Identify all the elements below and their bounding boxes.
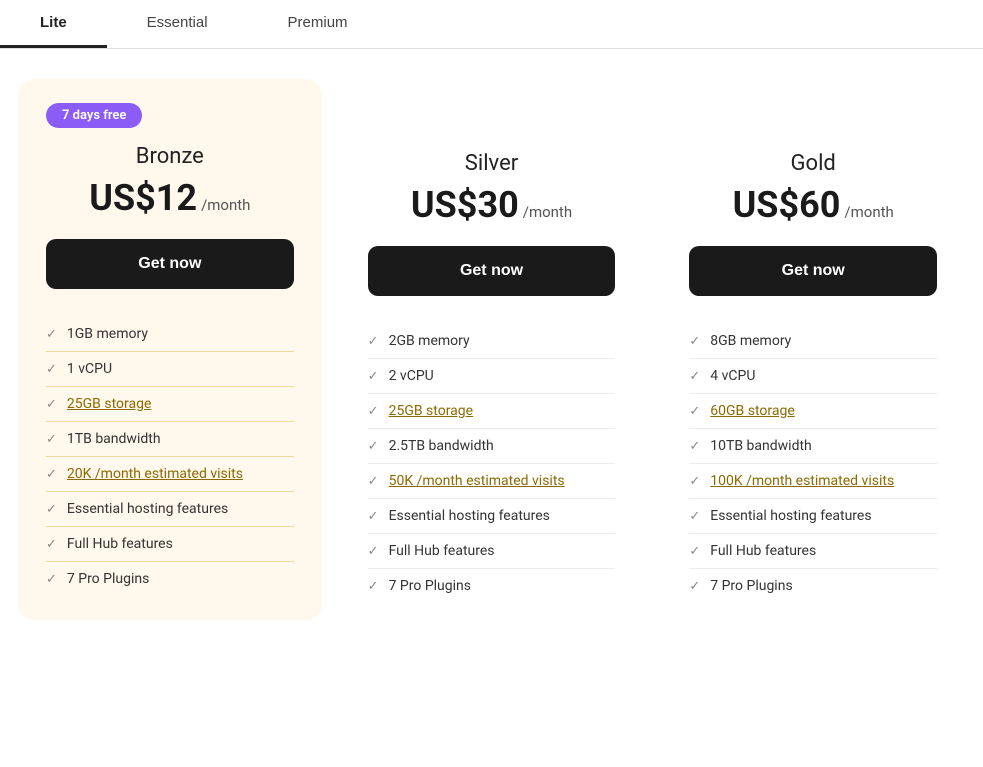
check-icon: ✓ xyxy=(368,439,379,454)
storage-link-gold[interactable]: 60GB storage xyxy=(710,403,795,419)
price-amount-gold: US$60 xyxy=(733,184,841,226)
list-item: ✓7 Pro Plugins xyxy=(368,568,616,603)
check-icon: ✓ xyxy=(46,432,57,447)
check-icon: ✓ xyxy=(46,397,57,412)
features-list-bronze: ✓1GB memory ✓1 vCPU ✓ 25GB storage ✓1TB b… xyxy=(46,317,294,596)
check-icon: ✓ xyxy=(689,579,700,594)
page-wrapper: Lite Essential Premium 7 days free Bronz… xyxy=(0,0,983,767)
price-period-gold: /month xyxy=(844,203,893,221)
tab-lite[interactable]: Lite xyxy=(0,0,107,48)
storage-link-silver[interactable]: 25GB storage xyxy=(389,403,474,419)
check-icon: ✓ xyxy=(368,579,379,594)
visits-link-silver[interactable]: 50K /month estimated visits xyxy=(389,473,565,489)
list-item: ✓8GB memory xyxy=(689,324,937,358)
list-item: ✓Essential hosting features xyxy=(689,498,937,533)
check-icon: ✓ xyxy=(689,544,700,559)
list-item: ✓1 vCPU xyxy=(46,351,294,386)
price-amount-bronze: US$12 xyxy=(89,177,197,219)
list-item: ✓Essential hosting features xyxy=(368,498,616,533)
plan-price-silver: US$30 /month xyxy=(368,184,616,226)
check-icon: ✓ xyxy=(689,334,700,349)
check-icon: ✓ xyxy=(46,467,57,482)
list-item: ✓ 25GB storage xyxy=(368,393,616,428)
check-icon: ✓ xyxy=(46,572,57,587)
list-item: ✓Full Hub features xyxy=(368,533,616,568)
list-item: ✓Full Hub features xyxy=(46,526,294,561)
visits-link-gold[interactable]: 100K /month estimated visits xyxy=(710,473,894,489)
features-list-silver: ✓2GB memory ✓2 vCPU ✓ 25GB storage ✓2.5TB… xyxy=(368,324,616,603)
check-icon: ✓ xyxy=(689,509,700,524)
badge-placeholder-gold xyxy=(689,103,937,135)
plan-price-bronze: US$12 /month xyxy=(46,177,294,219)
list-item: ✓1GB memory xyxy=(46,317,294,351)
visits-link-bronze[interactable]: 20K /month estimated visits xyxy=(67,466,243,482)
storage-link-bronze[interactable]: 25GB storage xyxy=(67,396,152,412)
list-item: ✓ 25GB storage xyxy=(46,386,294,421)
list-item: ✓1TB bandwidth xyxy=(46,421,294,456)
list-item: ✓2GB memory xyxy=(368,324,616,358)
list-item: ✓7 Pro Plugins xyxy=(46,561,294,596)
list-item: ✓2 vCPU xyxy=(368,358,616,393)
check-icon: ✓ xyxy=(368,509,379,524)
list-item: ✓7 Pro Plugins xyxy=(689,568,937,603)
price-amount-silver: US$30 xyxy=(411,184,519,226)
plan-card-bronze: 7 days free Bronze US$12 /month Get now … xyxy=(18,79,322,620)
plan-name-bronze: Bronze xyxy=(46,144,294,169)
plan-price-gold: US$60 /month xyxy=(689,184,937,226)
list-item: ✓10TB bandwidth xyxy=(689,428,937,463)
list-item: ✓4 vCPU xyxy=(689,358,937,393)
tab-premium[interactable]: Premium xyxy=(248,0,388,48)
check-icon: ✓ xyxy=(689,404,700,419)
badge-placeholder-silver xyxy=(368,103,616,135)
price-period-silver: /month xyxy=(523,203,572,221)
check-icon: ✓ xyxy=(368,334,379,349)
list-item: ✓ 60GB storage xyxy=(689,393,937,428)
check-icon: ✓ xyxy=(46,502,57,517)
list-item: ✓ 20K /month estimated visits xyxy=(46,456,294,491)
check-icon: ✓ xyxy=(46,327,57,342)
tab-bar: Lite Essential Premium xyxy=(0,0,983,49)
check-icon: ✓ xyxy=(368,404,379,419)
check-icon: ✓ xyxy=(368,369,379,384)
get-now-button-bronze[interactable]: Get now xyxy=(46,239,294,289)
tab-essential[interactable]: Essential xyxy=(107,0,248,48)
free-badge: 7 days free xyxy=(46,103,142,128)
check-icon: ✓ xyxy=(368,544,379,559)
plan-card-silver: Silver US$30 /month Get now ✓2GB memory … xyxy=(340,79,644,627)
get-now-button-gold[interactable]: Get now xyxy=(689,246,937,296)
plan-name-silver: Silver xyxy=(368,151,616,176)
list-item: ✓ 100K /month estimated visits xyxy=(689,463,937,498)
list-item: ✓Full Hub features xyxy=(689,533,937,568)
check-icon: ✓ xyxy=(368,474,379,489)
check-icon: ✓ xyxy=(689,369,700,384)
plans-container: 7 days free Bronze US$12 /month Get now … xyxy=(0,49,983,647)
check-icon: ✓ xyxy=(46,537,57,552)
plan-card-gold: Gold US$60 /month Get now ✓8GB memory ✓4… xyxy=(661,79,965,627)
list-item: ✓2.5TB bandwidth xyxy=(368,428,616,463)
features-list-gold: ✓8GB memory ✓4 vCPU ✓ 60GB storage ✓10TB … xyxy=(689,324,937,603)
list-item: ✓Essential hosting features xyxy=(46,491,294,526)
price-period-bronze: /month xyxy=(201,196,250,214)
list-item: ✓ 50K /month estimated visits xyxy=(368,463,616,498)
check-icon: ✓ xyxy=(689,439,700,454)
plan-name-gold: Gold xyxy=(689,151,937,176)
check-icon: ✓ xyxy=(46,362,57,377)
get-now-button-silver[interactable]: Get now xyxy=(368,246,616,296)
check-icon: ✓ xyxy=(689,474,700,489)
